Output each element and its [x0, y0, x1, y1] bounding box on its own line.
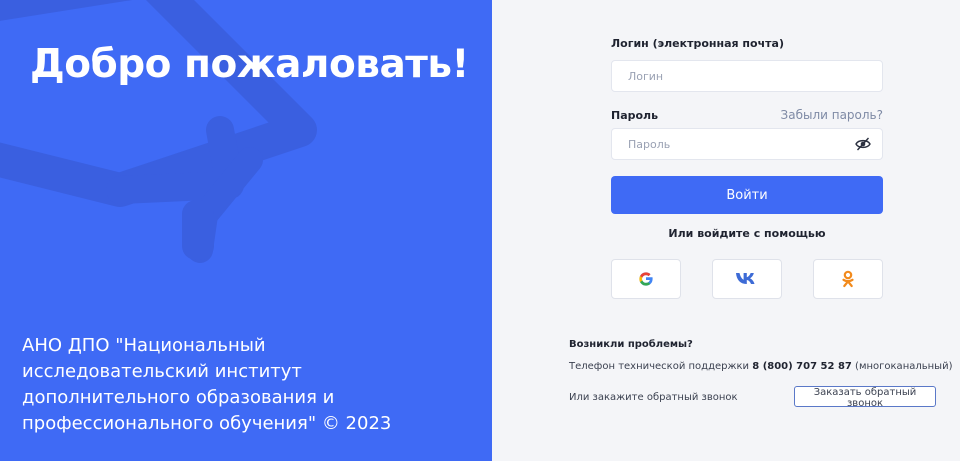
password-input[interactable]	[611, 128, 883, 160]
odnoklassniki-login-button[interactable]	[813, 259, 883, 299]
login-button[interactable]: Войти	[611, 176, 883, 214]
welcome-panel: Добро пожаловать! АНО ДПО "Национальный …	[0, 0, 492, 461]
google-login-button[interactable]	[611, 259, 681, 299]
support-phone-number: 8 (800) 707 52 87	[752, 361, 852, 372]
support-title: Возникли проблемы?	[569, 339, 693, 350]
password-label: Пароль	[611, 109, 659, 122]
odnoklassniki-icon	[842, 270, 854, 288]
login-label: Логин (электронная почта)	[611, 37, 784, 50]
login-input[interactable]	[611, 60, 883, 92]
organization-name-line: исследовательский институт	[22, 361, 302, 382]
order-callback-button[interactable]: Заказать обратный звонок	[794, 386, 936, 409]
forgot-password-link[interactable]: Забыли пароль?	[781, 108, 883, 122]
support-phone-line: Телефон технической поддержки 8 (800) 70…	[569, 361, 952, 372]
vk-login-button[interactable]	[712, 259, 782, 299]
support-phone-prefix: Телефон технической поддержки	[569, 361, 750, 372]
callback-caption: Или закажите обратный звонок	[569, 392, 738, 403]
support-phone-suffix: (многоканальный)	[855, 361, 953, 372]
social-login-caption: Или войдите с помощью	[668, 227, 826, 240]
google-icon	[639, 272, 653, 286]
welcome-heading: Добро пожаловать!	[30, 42, 469, 87]
vk-icon	[736, 273, 755, 284]
organization-name-line: дополнительного образования и	[22, 387, 335, 408]
organization-name-line: АНО ДПО "Национальный	[22, 335, 266, 356]
organization-name: АНО ДПО "Национальный исследовательский …	[22, 333, 462, 437]
organization-name-line: профессионального обучения" © 2023	[22, 413, 392, 434]
eye-crossed-icon[interactable]	[855, 136, 871, 152]
